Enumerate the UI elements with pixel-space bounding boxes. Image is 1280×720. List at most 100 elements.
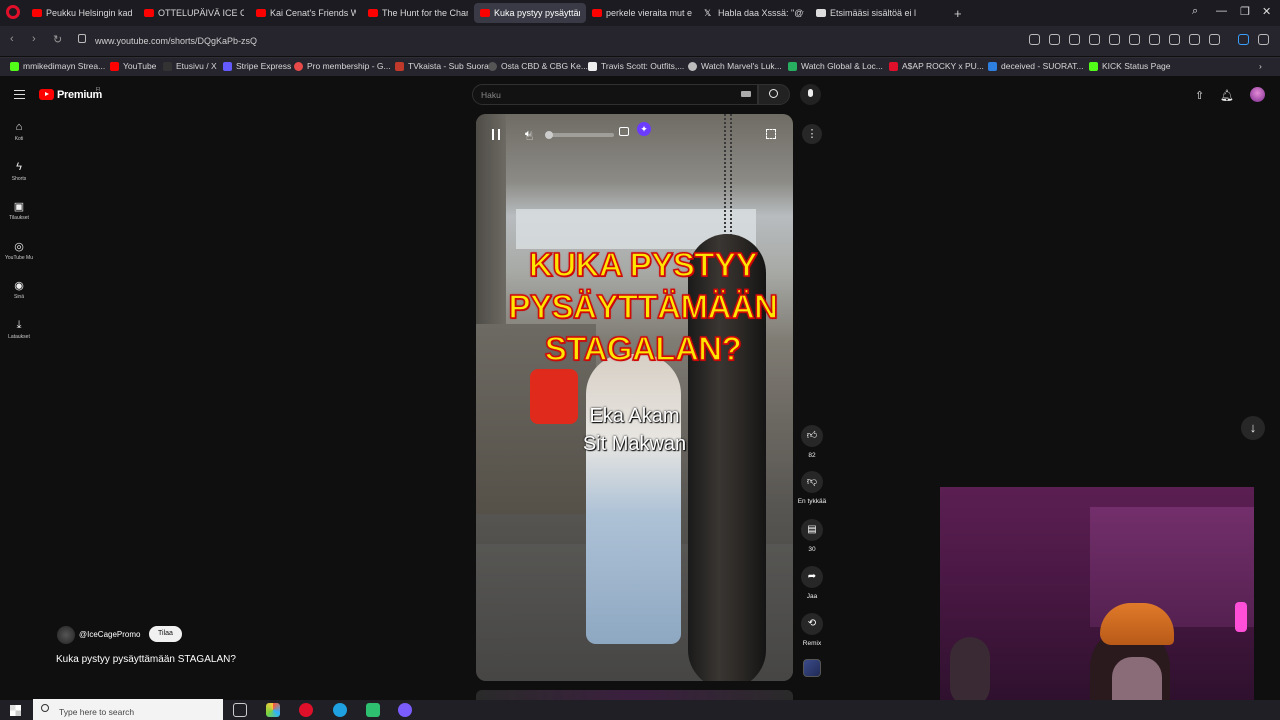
shorts-icon: ϟ <box>16 161 22 173</box>
sidebar-item-subscriptions[interactable]: ▣ Tilaukset <box>0 200 38 221</box>
url-text[interactable]: www.youtube.com/shorts/DQgKaPb-zsQ <box>95 36 257 46</box>
next-short-preview[interactable] <box>476 690 793 700</box>
youtube-favicon-icon <box>592 9 602 17</box>
tab-hunt-charlie[interactable]: The Hunt for the Charlie K <box>362 3 474 23</box>
toolbar-heart-icon[interactable] <box>1149 34 1160 45</box>
toolbar-vpn-icon[interactable] <box>1109 34 1120 45</box>
toolbar-settings-icon[interactable] <box>1258 34 1269 45</box>
video-title-overlay: KUKA PYSTYY PYSÄYTTÄMÄÄN STAGALAN? <box>508 245 779 368</box>
search-icon <box>769 89 778 98</box>
bookmark-item[interactable]: mmikedimayn Strea... <box>10 61 105 71</box>
dislike-button[interactable]: 👎︎ En tykkää <box>796 471 828 505</box>
shorts-video-player[interactable] <box>476 114 793 681</box>
comment-icon: ▤ <box>801 519 823 541</box>
new-tab-icon[interactable]: + <box>954 6 962 21</box>
edge-icon[interactable] <box>333 703 347 717</box>
bookmark-item[interactable]: YouTube <box>110 61 156 71</box>
upload-icon[interactable]: ⇧ <box>1195 89 1204 102</box>
youtube-icon <box>110 61 119 71</box>
toolbar-aria-icon[interactable] <box>1238 34 1249 45</box>
toolbar-edit-icon[interactable] <box>1049 34 1060 45</box>
bookmark-item[interactable]: deceived - SUORAT... <box>988 61 1084 71</box>
toolbar-play-icon[interactable] <box>1129 34 1140 45</box>
opera-logo-icon[interactable] <box>6 5 20 19</box>
tab-kai-cenat[interactable]: Kai Cenat's Friends Will Be <box>250 3 362 23</box>
sidebar-item-you[interactable]: ◉ Sinä <box>0 279 38 300</box>
webcam-cap <box>1100 603 1174 645</box>
picture-in-picture-icon[interactable] <box>619 127 629 136</box>
menu-icon[interactable] <box>14 90 25 99</box>
toolbar-shield-icon[interactable] <box>1089 34 1100 45</box>
keyboard-icon[interactable] <box>741 91 751 97</box>
volume-slider-knob[interactable] <box>545 131 553 139</box>
bookmark-item[interactable]: Etusivu / X <box>163 61 217 71</box>
volume-slider[interactable] <box>546 133 614 137</box>
youtube-favicon-icon <box>368 9 378 17</box>
toolbar-search-icon[interactable] <box>1029 34 1040 45</box>
toolbar-camera-icon[interactable] <box>1069 34 1080 45</box>
page-icon <box>588 61 597 71</box>
bookmark-item[interactable]: Watch Marvel's Luk... <box>688 61 782 71</box>
bookmark-item[interactable]: A$AP ROCKY x PU... <box>889 61 984 71</box>
bookmark-item[interactable]: Osta CBD & CBG Ke... <box>488 61 588 71</box>
like-button[interactable]: 👍︎ 82 <box>796 425 828 459</box>
toolbar-wallet-icon[interactable] <box>1209 34 1220 45</box>
sidebar-item-home[interactable]: ⌂ Koti <box>0 121 38 142</box>
opera-icon[interactable] <box>299 703 313 717</box>
sound-thumbnail[interactable] <box>803 659 821 677</box>
back-icon[interactable]: ‹ <box>10 33 14 45</box>
bookmarks-overflow-icon[interactable]: › <box>1259 61 1262 71</box>
globe-icon <box>488 61 497 71</box>
sidebar-item-downloads[interactable]: ⤓ Lataukset <box>0 319 38 340</box>
toolbar-menu-icon[interactable] <box>1189 34 1200 45</box>
android-icon <box>788 61 797 71</box>
avatar[interactable] <box>1250 87 1265 102</box>
tab-peukku[interactable]: Peukku Helsingin kaduilla <box>26 3 138 23</box>
tab-kuka-pystyy[interactable]: Kuka pystyy pysäyttämä <box>474 3 586 23</box>
next-short-button[interactable]: ↓ <box>1241 416 1265 440</box>
tab-habla[interactable]: 𝕏Habla daa Xsssä: "@tarzan <box>698 3 810 23</box>
puma-icon <box>889 61 898 71</box>
bookmark-item[interactable]: Travis Scott: Outfits,... <box>588 61 684 71</box>
extension-icon[interactable]: ✦ <box>637 122 651 136</box>
bookmark-item[interactable]: KICK Status Page <box>1089 61 1171 71</box>
subscribe-button[interactable]: Tilaa <box>149 626 182 642</box>
minimize-icon[interactable]: — <box>1216 5 1227 17</box>
sidebar-item-shorts[interactable]: ϟ Shorts <box>0 161 38 182</box>
app-icon[interactable] <box>366 703 380 717</box>
video-chain <box>724 114 732 244</box>
task-view-icon[interactable] <box>233 703 247 717</box>
copilot-icon[interactable] <box>266 703 280 717</box>
comments-button[interactable]: ▤ 30 <box>796 519 828 553</box>
windows-start-icon[interactable] <box>10 705 21 716</box>
discord-icon[interactable] <box>398 703 412 717</box>
sidebar-item-youtube-music[interactable]: ◎ YouTube Mu <box>0 240 38 261</box>
tab-etsimaasi[interactable]: Etsimääsi sisältöä ei löyty <box>810 3 922 23</box>
taskbar-search-placeholder: Type here to search <box>59 707 135 717</box>
share-button[interactable]: ➦ Jaa <box>796 566 828 600</box>
tab-perkele[interactable]: perkele vieraita mut ei vim <box>586 3 698 23</box>
close-window-icon[interactable]: ✕ <box>1262 5 1271 18</box>
remix-button[interactable]: ⟲ Remix <box>796 613 828 647</box>
search-input[interactable] <box>472 84 758 105</box>
reload-icon[interactable]: ↻ <box>53 33 62 46</box>
youtube-logo-icon[interactable] <box>39 89 54 100</box>
subscriptions-icon: ▣ <box>13 201 25 213</box>
kick-icon <box>10 61 19 71</box>
search-tabs-icon[interactable]: ⌕ <box>1192 5 1198 18</box>
bookmark-item[interactable]: TVkaista - Sub Suora <box>395 61 489 71</box>
channel-avatar[interactable] <box>57 626 75 644</box>
toolbar-download-icon[interactable] <box>1169 34 1180 45</box>
bookmark-item[interactable]: Pro membership - G... <box>294 61 391 71</box>
maximize-icon[interactable]: ❐ <box>1240 5 1250 18</box>
more-options-icon[interactable]: ⋮ <box>802 124 822 144</box>
pause-icon[interactable] <box>492 129 500 140</box>
bookmark-item[interactable]: Watch Global & Loc... <box>788 61 883 71</box>
bookmark-item[interactable]: Stripe Express <box>223 61 291 71</box>
x-favicon-icon: 𝕏 <box>704 7 712 18</box>
notifications-bell-icon[interactable]: 🔔︎ <box>1220 89 1234 102</box>
forward-icon[interactable]: › <box>32 33 36 45</box>
tab-ottelupaiva[interactable]: OTTELUPÄIVÄ ICE CAGE 5 <box>138 3 250 23</box>
fullscreen-icon[interactable] <box>766 129 776 139</box>
channel-name[interactable]: @IceCagePromo <box>79 630 140 639</box>
